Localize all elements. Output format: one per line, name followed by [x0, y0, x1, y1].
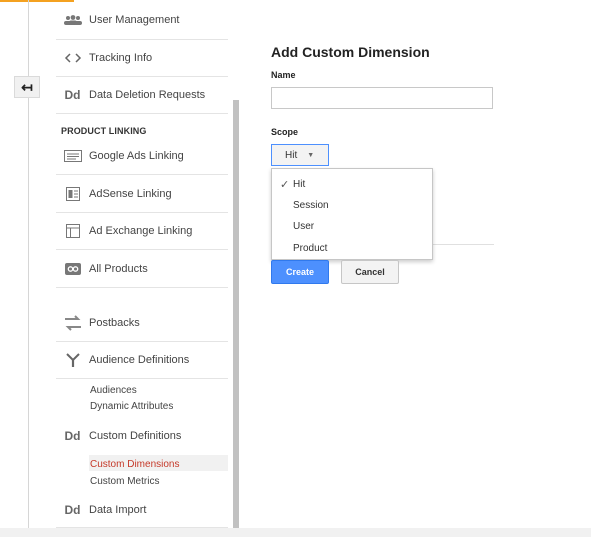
sidebar-item-label: Postbacks — [89, 316, 140, 329]
code-brackets-icon — [56, 53, 89, 63]
sidebar-item-data-deletion[interactable]: Dd Data Deletion Requests — [56, 77, 228, 114]
page-title: Add Custom Dimension — [271, 44, 430, 60]
scope-option-label: Product — [293, 243, 328, 254]
sidebar-item-google-ads-linking[interactable]: Google Ads Linking — [56, 137, 228, 175]
sidebar-item-data-import[interactable]: Dd Data Import — [56, 492, 228, 528]
sidebar-item-label: Custom Definitions — [89, 430, 182, 442]
ad-exchange-icon — [56, 224, 89, 238]
sidebar-subitem-dynamic-attributes[interactable]: Dynamic Attributes — [90, 401, 173, 412]
scope-select[interactable]: Hit ▼ — [271, 144, 329, 166]
scope-dropdown-menu: ✓ Hit Session User Product — [271, 168, 433, 260]
sidebar-item-adsense-linking[interactable]: AdSense Linking — [56, 175, 228, 213]
scope-label: Scope — [271, 127, 299, 137]
cancel-button[interactable]: Cancel — [341, 260, 399, 284]
scope-option-hit[interactable]: ✓ Hit — [272, 179, 432, 191]
section-product-linking: PRODUCT LINKING — [61, 126, 147, 136]
sidebar-item-label: User Management — [89, 13, 180, 26]
sidebar-item-custom-definitions[interactable]: Dd Custom Definitions — [56, 422, 228, 450]
sidebar-item-label: Google Ads Linking — [89, 149, 184, 162]
scope-option-label: Hit — [293, 179, 306, 190]
back-button[interactable]: ↤ — [14, 76, 40, 98]
sidebar-item-label: Audience Definitions — [89, 354, 190, 366]
sidebar-subitem-custom-dimensions[interactable]: Custom Dimensions — [90, 459, 179, 470]
sidebar-subitem-audiences[interactable]: Audiences — [90, 385, 137, 396]
sidebar-item-user-management[interactable]: User Management — [56, 0, 228, 40]
sidebar-item-label: AdSense Linking — [89, 187, 172, 200]
sidebar-item-audience-definitions[interactable]: Audience Definitions — [56, 342, 228, 379]
scope-option-label: User — [293, 221, 315, 232]
sidebar-item-label: Data Deletion Requests — [89, 89, 206, 101]
adsense-icon — [56, 186, 89, 201]
sidebar-scrollbar[interactable] — [233, 100, 239, 528]
google-ads-icon — [56, 149, 89, 162]
scope-selected-value: Hit — [285, 149, 298, 161]
app-root: ↤ User Management Tracking Info Dd Data … — [0, 0, 591, 537]
back-arrow-icon: ↤ — [21, 78, 33, 95]
postbacks-icon — [56, 314, 89, 332]
sidebar-item-tracking-info[interactable]: Tracking Info — [56, 40, 228, 77]
create-button[interactable]: Create — [271, 260, 329, 284]
checkmark-icon: ✓ — [280, 179, 290, 191]
scope-option-product[interactable]: Product — [272, 243, 432, 254]
sidebar-item-ad-exchange-linking[interactable]: Ad Exchange Linking — [56, 213, 228, 250]
link-icon — [56, 262, 89, 275]
dd-icon: Dd — [64, 429, 81, 443]
chevron-down-icon: ▼ — [307, 151, 315, 159]
dd-icon: Dd — [64, 502, 81, 517]
sidebar-item-label: Ad Exchange Linking — [89, 225, 193, 237]
audience-fork-icon — [56, 352, 89, 368]
sidebar-item-all-products[interactable]: All Products — [56, 250, 228, 288]
name-input[interactable] — [271, 87, 493, 109]
bottom-strip — [0, 528, 591, 537]
scope-option-user[interactable]: User — [272, 221, 432, 232]
scope-option-label: Session — [293, 200, 329, 211]
sidebar-item-label: All Products — [89, 262, 148, 275]
sidebar-item-label: Tracking Info — [89, 52, 153, 64]
sidebar-item-postbacks[interactable]: Postbacks — [56, 304, 228, 342]
name-label: Name — [271, 70, 296, 80]
users-icon — [56, 14, 89, 25]
sidebar-subitem-custom-metrics[interactable]: Custom Metrics — [90, 476, 159, 487]
dd-icon: Dd — [64, 88, 81, 102]
sidebar-item-label: Data Import — [89, 503, 147, 516]
scope-option-session[interactable]: Session — [272, 200, 432, 211]
